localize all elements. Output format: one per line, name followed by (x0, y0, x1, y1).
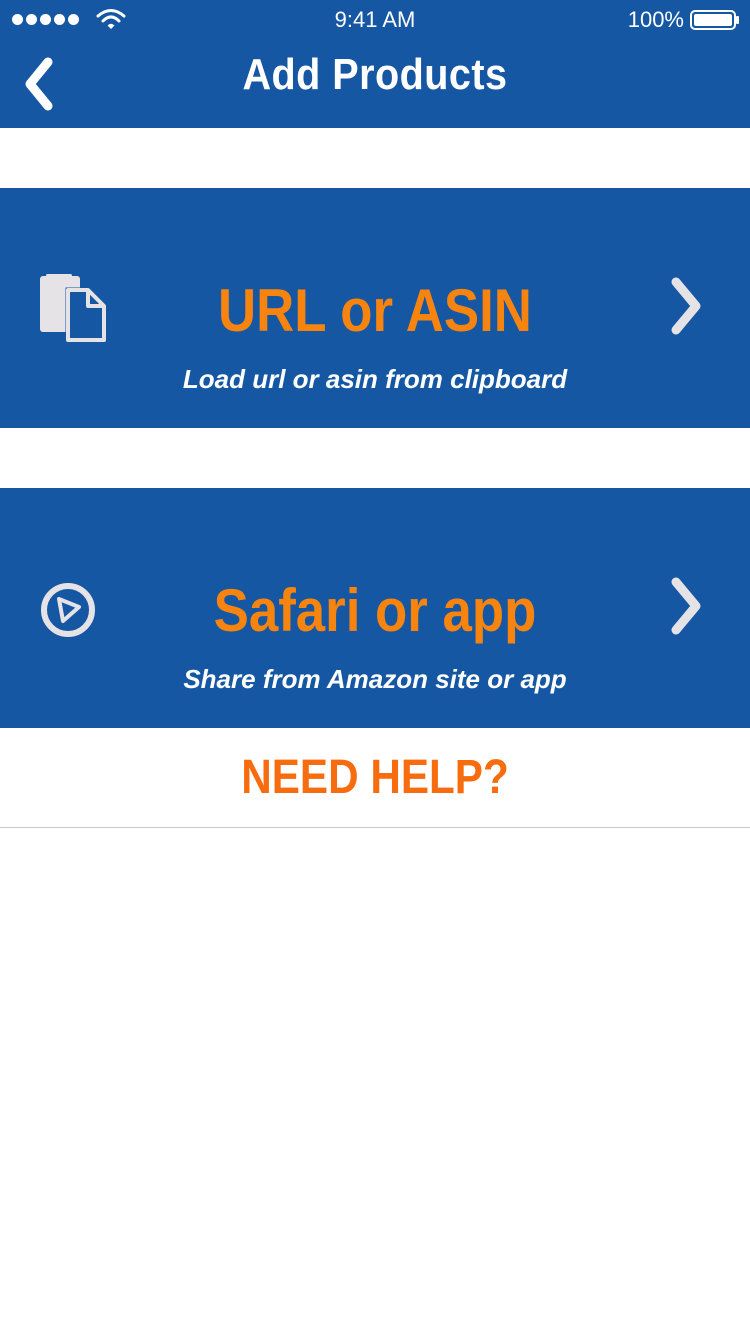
nav-header: 9:41 AM 100% Add Products (0, 0, 750, 128)
need-help-button[interactable]: NEED HELP? (0, 728, 750, 828)
url-or-asin-option[interactable]: URL or ASIN Load url or asin from clipbo… (0, 188, 750, 428)
option-title: URL or ASIN (218, 277, 532, 344)
option-title: Safari or app (213, 577, 537, 644)
page-title: Add Products (242, 50, 508, 99)
chevron-right-icon (671, 277, 701, 335)
need-help-label: NEED HELP? (241, 751, 509, 804)
status-bar: 9:41 AM 100% (0, 0, 750, 40)
safari-or-app-option[interactable]: Safari or app Share from Amazon site or … (0, 488, 750, 728)
option-subtitle: Load url or asin from clipboard (182, 364, 568, 394)
battery-icon (690, 10, 739, 30)
chevron-right-icon (671, 577, 701, 635)
battery-percent: 100% (627, 7, 684, 32)
option-subtitle: Share from Amazon site or app (183, 664, 567, 694)
